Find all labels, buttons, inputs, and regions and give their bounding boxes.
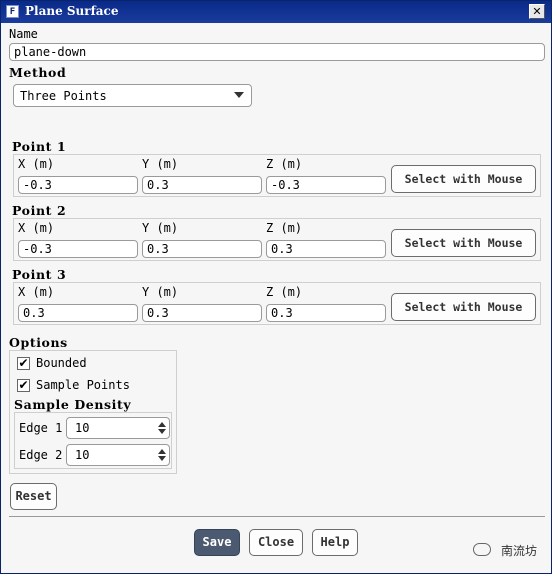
point3-y-label: Y (m) [142, 285, 179, 299]
point1-y-label: Y (m) [142, 157, 179, 171]
point3-z-label: Z (m) [266, 285, 303, 299]
method-selected-value: Three Points [20, 89, 107, 103]
point2-y-label: Y (m) [142, 221, 179, 235]
close-button[interactable]: Close [249, 529, 303, 556]
name-label: Name [9, 27, 38, 41]
bounded-checkbox[interactable]: ✔ [17, 357, 30, 370]
point2-x-label: X (m) [18, 221, 55, 235]
point1-group: X (m) Y (m) Z (m) -0.3 0.3 -0.3 Select w… [13, 154, 541, 197]
point3-y-input[interactable]: 0.3 [142, 304, 262, 322]
stepper-down-icon[interactable] [158, 429, 166, 434]
point2-select-with-mouse-button[interactable]: Select with Mouse [391, 229, 536, 257]
chevron-down-icon [234, 92, 244, 98]
point2-z-input[interactable]: 0.3 [266, 240, 386, 258]
edge1-value: 10 [75, 421, 90, 435]
footer-divider [9, 516, 545, 517]
point2-group: X (m) Y (m) Z (m) -0.3 0.3 0.3 Select wi… [13, 218, 541, 261]
chat-bubble-icon [473, 543, 492, 556]
point3-select-with-mouse-button[interactable]: Select with Mouse [391, 293, 536, 321]
method-label: Method [9, 65, 67, 80]
point1-x-label: X (m) [18, 157, 55, 171]
plane-surface-dialog: F Plane Surface ✕ Name plane-down Method… [0, 0, 552, 574]
options-group: ✔ Bounded ✔ Sample Points Sample Density… [9, 350, 177, 474]
bounded-label: Bounded [36, 356, 87, 370]
help-button[interactable]: Help [312, 529, 358, 556]
reset-button[interactable]: Reset [10, 483, 57, 510]
point2-y-input[interactable]: 0.3 [142, 240, 262, 258]
window-title: Plane Surface [25, 4, 119, 18]
sample-points-checkbox[interactable]: ✔ [17, 379, 30, 392]
watermark-text: 南流坊 [500, 544, 537, 558]
sample-density-label: Sample Density [14, 397, 132, 412]
edge1-stepper[interactable]: 10 [66, 417, 170, 439]
point2-x-input[interactable]: -0.3 [18, 240, 138, 258]
stepper-down-icon[interactable] [158, 456, 166, 461]
name-input[interactable]: plane-down [9, 43, 545, 61]
point1-y-input[interactable]: 0.3 [142, 176, 262, 194]
point2-label: Point 2 [12, 203, 67, 218]
sample-density-group: Edge 1 10 Edge 2 10 [14, 412, 172, 469]
point3-x-input[interactable]: 0.3 [18, 304, 138, 322]
sample-points-label: Sample Points [36, 378, 130, 392]
point3-x-label: X (m) [18, 285, 55, 299]
options-label: Options [9, 335, 68, 350]
point1-select-with-mouse-button[interactable]: Select with Mouse [391, 165, 536, 193]
point1-label: Point 1 [12, 139, 67, 154]
app-icon: F [6, 5, 19, 18]
edge1-label: Edge 1 [19, 421, 63, 435]
edge2-value: 10 [75, 448, 90, 462]
method-dropdown[interactable]: Three Points [13, 84, 252, 107]
edge2-stepper[interactable]: 10 [66, 444, 170, 466]
point1-x-input[interactable]: -0.3 [18, 176, 138, 194]
stepper-up-icon[interactable] [158, 449, 166, 454]
point2-z-label: Z (m) [266, 221, 303, 235]
save-button[interactable]: Save [194, 529, 240, 556]
point3-label: Point 3 [12, 267, 67, 282]
point1-z-input[interactable]: -0.3 [266, 176, 386, 194]
point1-z-label: Z (m) [266, 157, 303, 171]
title-bar[interactable]: F Plane Surface ✕ [1, 1, 551, 23]
edge2-label: Edge 2 [19, 448, 63, 462]
watermark: 南流坊 [473, 542, 537, 559]
stepper-up-icon[interactable] [158, 422, 166, 427]
close-window-button[interactable]: ✕ [529, 4, 545, 19]
point3-group: X (m) Y (m) Z (m) 0.3 0.3 0.3 Select wit… [13, 282, 541, 325]
point3-z-input[interactable]: 0.3 [266, 304, 386, 322]
